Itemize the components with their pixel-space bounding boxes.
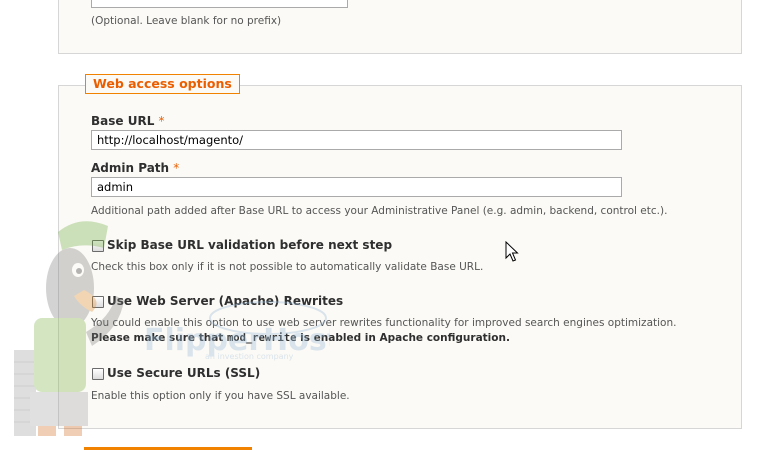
table-prefix-section	[58, 0, 742, 54]
required-mark: *	[173, 161, 180, 175]
secure-urls-label[interactable]: Use Secure URLs (SSL)	[107, 366, 260, 380]
rewrites-note: You could enable this option to use web …	[91, 317, 677, 329]
web-access-legend: Web access options	[85, 74, 240, 94]
skip-validation-note: Check this box only if it is not possibl…	[91, 261, 484, 273]
admin-path-label: Admin Path *	[91, 161, 179, 175]
mod-rewrite-warning: Please make sure that mod_rewrite is ena…	[91, 332, 510, 344]
skip-validation-checkbox[interactable]	[92, 240, 104, 252]
table-prefix-input[interactable]	[91, 0, 348, 8]
admin-path-label-text: Admin Path	[91, 161, 170, 175]
base-url-input[interactable]	[91, 130, 622, 150]
base-url-label: Base URL *	[91, 114, 165, 128]
secure-urls-note: Enable this option only if you have SSL …	[91, 390, 350, 402]
mod-rewrite-code: mod_rewrite	[226, 332, 297, 344]
rewrites-label[interactable]: Use Web Server (Apache) Rewrites	[107, 294, 343, 308]
warning-text-before: Please make sure that	[91, 332, 227, 344]
admin-path-note: Additional path added after Base URL to …	[91, 205, 668, 217]
mouse-cursor-icon	[505, 241, 519, 262]
admin-path-input[interactable]	[91, 177, 622, 197]
secure-urls-checkbox[interactable]	[92, 368, 104, 380]
rewrites-checkbox[interactable]	[92, 296, 104, 308]
base-url-label-text: Base URL	[91, 114, 155, 128]
warning-text-after: is enabled in Apache configuration.	[296, 332, 510, 344]
required-mark: *	[158, 114, 165, 128]
skip-validation-label[interactable]: Skip Base URL validation before next ste…	[107, 238, 392, 252]
table-prefix-note: (Optional. Leave blank for no prefix)	[91, 15, 282, 27]
